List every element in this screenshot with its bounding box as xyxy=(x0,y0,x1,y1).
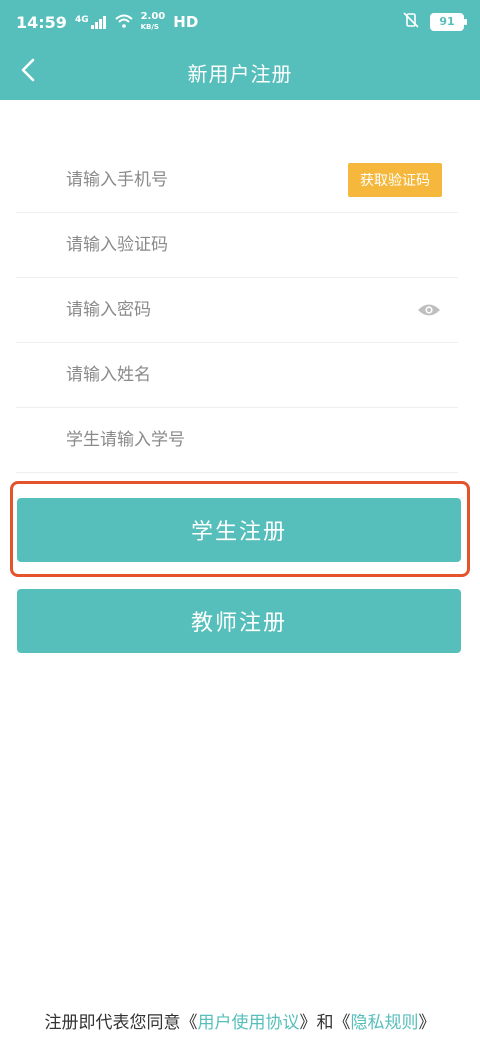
wifi-icon xyxy=(114,13,133,32)
agreement-prefix: 注册即代表您同意 xyxy=(44,1013,181,1033)
battery-icon: 91 xyxy=(430,13,467,31)
password-input[interactable] xyxy=(66,300,306,320)
status-right: 91 xyxy=(402,11,467,33)
name-input[interactable] xyxy=(66,365,306,385)
student-id-input[interactable] xyxy=(66,430,306,450)
nav-bar: 新用户注册 xyxy=(0,44,480,100)
teacher-register-button[interactable]: 教师注册 xyxy=(17,589,461,653)
page-title: 新用户注册 xyxy=(187,61,293,86)
student-id-row xyxy=(16,408,458,473)
agreement-and: 和 xyxy=(316,1013,334,1033)
register-form: 获取验证码 xyxy=(16,148,458,473)
eye-icon[interactable] xyxy=(416,301,442,319)
agreement-footer: 注册即代表您同意《用户使用协议》和《隐私规则》 xyxy=(0,1008,480,1033)
net-speed: 2.00 KB/S xyxy=(140,11,166,32)
vibrate-off-icon xyxy=(402,11,420,33)
status-left: 14:59 4G 2.00 KB/S HD xyxy=(16,12,198,32)
bracket-open-1: 《 xyxy=(180,1013,198,1033)
password-row xyxy=(16,278,458,343)
signal-icon: 4G xyxy=(75,15,107,29)
bracket-close-1: 》 xyxy=(299,1013,317,1033)
privacy-rules-link[interactable]: 隐私规则 xyxy=(351,1013,419,1033)
user-agreement-link[interactable]: 用户使用协议 xyxy=(198,1013,300,1033)
code-row xyxy=(16,213,458,278)
bracket-close-2: 》 xyxy=(418,1013,436,1033)
bracket-open-2: 《 xyxy=(333,1013,351,1033)
code-input[interactable] xyxy=(66,235,306,255)
battery-level: 91 xyxy=(439,15,455,28)
get-code-button[interactable]: 获取验证码 xyxy=(348,163,442,197)
student-register-button[interactable]: 学生注册 xyxy=(17,498,461,562)
hd-indicator: HD xyxy=(173,13,199,31)
status-time: 14:59 xyxy=(16,12,67,32)
back-button[interactable] xyxy=(10,54,46,90)
phone-row: 获取验证码 xyxy=(16,148,458,213)
network-type: 4G xyxy=(74,15,89,25)
name-row xyxy=(16,343,458,408)
phone-input[interactable] xyxy=(66,170,306,190)
chevron-left-icon xyxy=(20,58,36,86)
status-bar: 14:59 4G 2.00 KB/S HD 91 xyxy=(0,0,480,44)
